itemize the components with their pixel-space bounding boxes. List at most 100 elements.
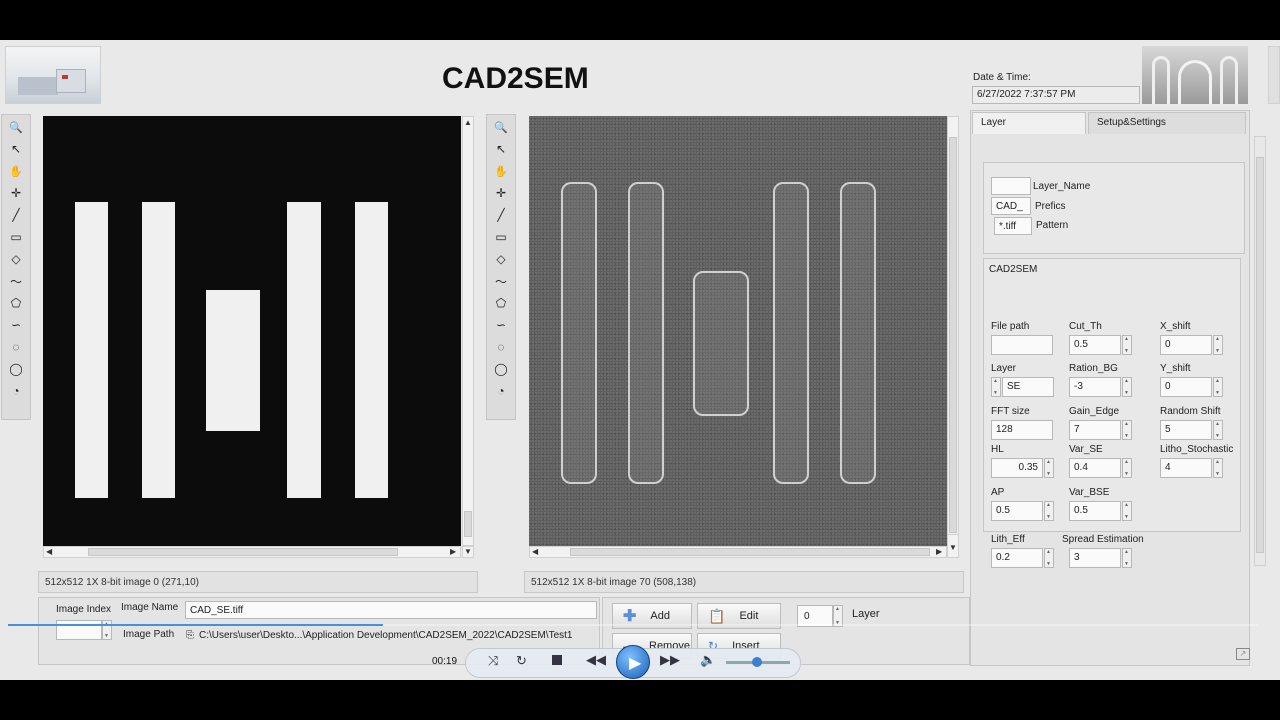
cut-th-spinner[interactable] [1122, 335, 1132, 355]
x-shift-field[interactable]: 0 [1160, 335, 1212, 355]
x-shift-spinner[interactable] [1213, 335, 1223, 355]
polygon-icon[interactable]: ⬠ [5, 293, 27, 313]
pointer-icon[interactable]: ↖ [5, 139, 27, 159]
shuffle-icon[interactable]: ⤨ [488, 653, 498, 669]
layer-name-field[interactable] [991, 177, 1031, 195]
tab-setup-settings[interactable]: Setup&Settings [1088, 112, 1246, 134]
ap-spinner[interactable] [1044, 501, 1054, 521]
freehand-line-icon[interactable]: ∽ [5, 315, 27, 335]
pattern-field[interactable]: *.tiff [994, 217, 1032, 235]
image-index-spinner[interactable] [102, 620, 112, 640]
fullscreen-icon[interactable]: ↗ [1236, 648, 1250, 660]
var-se-spinner[interactable] [1122, 458, 1132, 478]
panel-vscroll[interactable] [1254, 136, 1266, 566]
image-name-field[interactable]: CAD_SE.tiff [185, 601, 597, 619]
y-shift-field[interactable]: 0 [1160, 377, 1212, 397]
layer-index-label: Layer [852, 608, 880, 620]
gain-edge-spinner[interactable] [1122, 420, 1132, 440]
sem-image-view[interactable] [529, 116, 947, 546]
prefix-field[interactable]: CAD_ [991, 197, 1031, 215]
left-vscroll[interactable]: ▲ [462, 116, 474, 546]
cut-th-field[interactable]: 0.5 [1069, 335, 1121, 355]
hl-spinner[interactable] [1044, 458, 1054, 478]
fft-size-label: FFT size [991, 406, 1030, 417]
pan-hand-icon[interactable]: ✋ [5, 161, 27, 181]
y-shift-label: Y_shift [1160, 363, 1191, 374]
random-shift-field[interactable]: 5 [1160, 420, 1212, 440]
play-button[interactable]: ▶ [616, 645, 650, 679]
polyline-icon[interactable]: 〜 [490, 271, 512, 291]
previous-icon[interactable]: ◀◀ [586, 652, 606, 668]
image-path-field[interactable]: C:\Users\user\Deskto...\Application Deve… [195, 627, 595, 645]
y-shift-spinner[interactable] [1213, 377, 1223, 397]
oval-icon[interactable]: ◯ [5, 359, 27, 379]
pan-hand-icon[interactable]: ✋ [490, 161, 512, 181]
var-bse-field[interactable]: 0.5 [1069, 501, 1121, 521]
annulus-icon[interactable]: ◔ [490, 381, 512, 401]
spread-estimation-spinner[interactable] [1122, 548, 1132, 568]
rectangle-icon[interactable]: ▭ [490, 227, 512, 247]
volume-icon[interactable]: 🔈 [700, 652, 716, 668]
add-label: Add [650, 610, 670, 622]
gain-edge-field[interactable]: 7 [1069, 420, 1121, 440]
rectangle-icon[interactable]: ▭ [5, 227, 27, 247]
crosshair-icon[interactable]: ✛ [490, 183, 512, 203]
path-browse-icon[interactable]: ⎘ [186, 630, 194, 641]
freehand-region-icon[interactable]: ◌ [5, 337, 27, 357]
crosshair-icon[interactable]: ✛ [5, 183, 27, 203]
random-shift-spinner[interactable] [1213, 420, 1223, 440]
right-status-bar: 512x512 1X 8-bit image 70 (508,138) [524, 571, 964, 593]
sem-line-1 [561, 182, 597, 484]
freehand-line-icon[interactable]: ∽ [490, 315, 512, 335]
lith-eff-field[interactable]: 0.2 [991, 548, 1043, 568]
window-scrollbar[interactable] [1268, 46, 1280, 104]
annulus-icon[interactable]: ◔ [5, 381, 27, 401]
sem-line-3 [773, 182, 809, 484]
repeat-icon[interactable]: ↻ [516, 653, 527, 669]
volume-slider[interactable] [726, 657, 790, 667]
right-hscroll[interactable]: ◀ ▶ [529, 546, 947, 558]
ration-bg-spinner[interactable] [1122, 377, 1132, 397]
file-path-label: File path [991, 321, 1030, 332]
spread-estimation-field[interactable]: 3 [1069, 548, 1121, 568]
cad-image-view[interactable] [43, 116, 461, 546]
app-window: CAD2SEM Date & Time: 6/27/2022 7:37:57 P… [0, 40, 1280, 680]
freehand-region-icon[interactable]: ◌ [490, 337, 512, 357]
layer-field[interactable]: SE [1002, 377, 1054, 397]
volume-knob[interactable] [752, 657, 762, 667]
litho-stochastic-spinner[interactable] [1213, 458, 1223, 478]
pattern-label: Pattern [1036, 220, 1069, 231]
tab-layer[interactable]: Layer [972, 112, 1086, 134]
datetime-field: 6/27/2022 7:37:57 PM [972, 86, 1140, 104]
layer-spinner[interactable] [991, 377, 1001, 397]
left-toolbar: 🔍 ↖ ✋ ✛ ╱ ▭ ◇ 〜 ⬠ ∽ ◌ ◯ ◔ [1, 114, 31, 420]
magnify-icon[interactable]: 🔍 [490, 117, 512, 137]
lith-eff-spinner[interactable] [1044, 548, 1054, 568]
polygon-icon[interactable]: ⬠ [490, 293, 512, 313]
litho-stochastic-field[interactable]: 4 [1160, 458, 1212, 478]
hl-field[interactable]: 0.35 [991, 458, 1043, 478]
oval-icon[interactable]: ◯ [490, 359, 512, 379]
gain-edge-label: Gain_Edge [1069, 406, 1120, 417]
file-path-field[interactable] [991, 335, 1053, 355]
polyline-icon[interactable]: 〜 [5, 271, 27, 291]
ration-bg-field[interactable]: -3 [1069, 377, 1121, 397]
next-icon[interactable]: ▶▶ [660, 652, 680, 668]
var-bse-spinner[interactable] [1122, 501, 1132, 521]
right-vscroll[interactable] [947, 116, 959, 546]
line-icon[interactable]: ╱ [490, 205, 512, 225]
ration-bg-label: Ration_BG [1069, 363, 1118, 374]
fft-size-field[interactable]: 128 [991, 420, 1053, 440]
arcade-image [1142, 46, 1248, 104]
image-index-field[interactable] [56, 620, 102, 640]
left-hscroll[interactable]: ◀ ▶ [43, 546, 461, 558]
layer-label: Layer [991, 363, 1017, 374]
rotated-rect-icon[interactable]: ◇ [490, 249, 512, 269]
line-icon[interactable]: ╱ [5, 205, 27, 225]
ap-field[interactable]: 0.5 [991, 501, 1043, 521]
rotated-rect-icon[interactable]: ◇ [5, 249, 27, 269]
stop-icon[interactable] [552, 655, 562, 665]
magnify-icon[interactable]: 🔍 [5, 117, 27, 137]
var-se-field[interactable]: 0.4 [1069, 458, 1121, 478]
pointer-icon[interactable]: ↖ [490, 139, 512, 159]
